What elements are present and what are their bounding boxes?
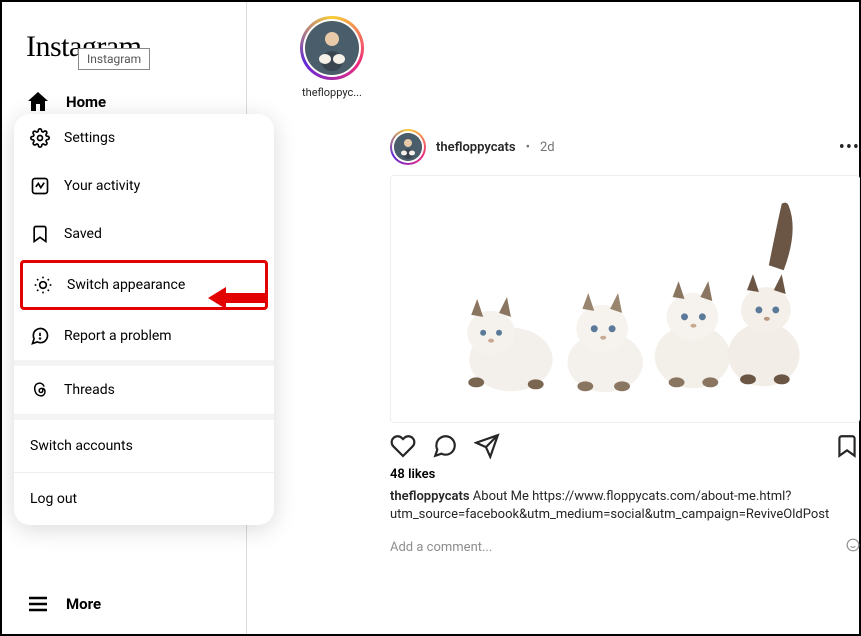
home-icon [26,90,50,114]
menu-settings[interactable]: Settings [14,114,274,162]
menu-settings-label: Settings [64,130,115,146]
activity-icon [30,176,50,196]
menu-saved-label: Saved [64,226,102,242]
comment-input[interactable]: Add a comment... [390,540,492,555]
menu-activity[interactable]: Your activity [14,162,274,210]
post-avatar-ring[interactable] [390,129,426,165]
post-image[interactable] [390,175,860,423]
like-button[interactable] [390,433,416,459]
nav-more-label: More [66,595,101,613]
feed-post: thefloppycats • 2d ••• [390,129,860,560]
sun-icon [33,275,53,295]
menu-switch-accounts[interactable]: Switch accounts [14,420,274,472]
more-menu: Settings Your activity Saved Switch appe… [14,114,274,525]
bookmark-icon [30,224,50,244]
menu-report-label: Report a problem [64,328,172,344]
nav-more[interactable]: More [14,580,113,628]
post-options-button[interactable]: ••• [839,137,860,158]
hamburger-icon [26,592,50,616]
nav-home-label: Home [66,93,106,111]
menu-report[interactable]: Report a problem [14,312,274,360]
share-button[interactable] [474,433,500,459]
logo-tooltip: Instagram [78,48,150,70]
report-icon [30,326,50,346]
menu-threads[interactable]: Threads [14,366,274,414]
comment-button[interactable] [432,433,458,459]
gear-icon [30,128,50,148]
post-likes[interactable]: 48 likes [390,467,860,482]
emoji-button[interactable] [846,538,860,556]
comment-row: Add a comment... [390,534,860,560]
post-timestamp: 2d [540,140,555,155]
post-header: thefloppycats • 2d ••• [390,129,860,165]
arrow-annotation [208,283,268,317]
post-avatar [394,133,422,161]
caption-username[interactable]: thefloppycats [390,489,470,504]
post-caption: thefloppycats About Me https://www.flopp… [390,488,860,524]
post-username[interactable]: thefloppycats [436,140,516,155]
story-item[interactable]: thefloppyc... [296,16,368,99]
menu-switch-appearance-label: Switch appearance [67,277,185,293]
menu-threads-label: Threads [64,382,115,398]
post-separator: • [526,140,530,155]
menu-saved[interactable]: Saved [14,210,274,258]
main-feed: thefloppyc... thefloppycats • 2d ••• [272,2,859,634]
story-avatar [305,21,359,75]
menu-logout-label: Log out [30,491,77,507]
menu-switch-accounts-label: Switch accounts [30,438,133,454]
stories-row: thefloppyc... [296,16,841,99]
story-username: thefloppyc... [302,86,362,99]
post-actions [390,423,860,467]
story-ring [300,16,364,80]
menu-logout[interactable]: Log out [14,473,274,525]
save-button[interactable] [834,433,860,459]
menu-activity-label: Your activity [64,178,140,194]
threads-icon [30,380,50,400]
